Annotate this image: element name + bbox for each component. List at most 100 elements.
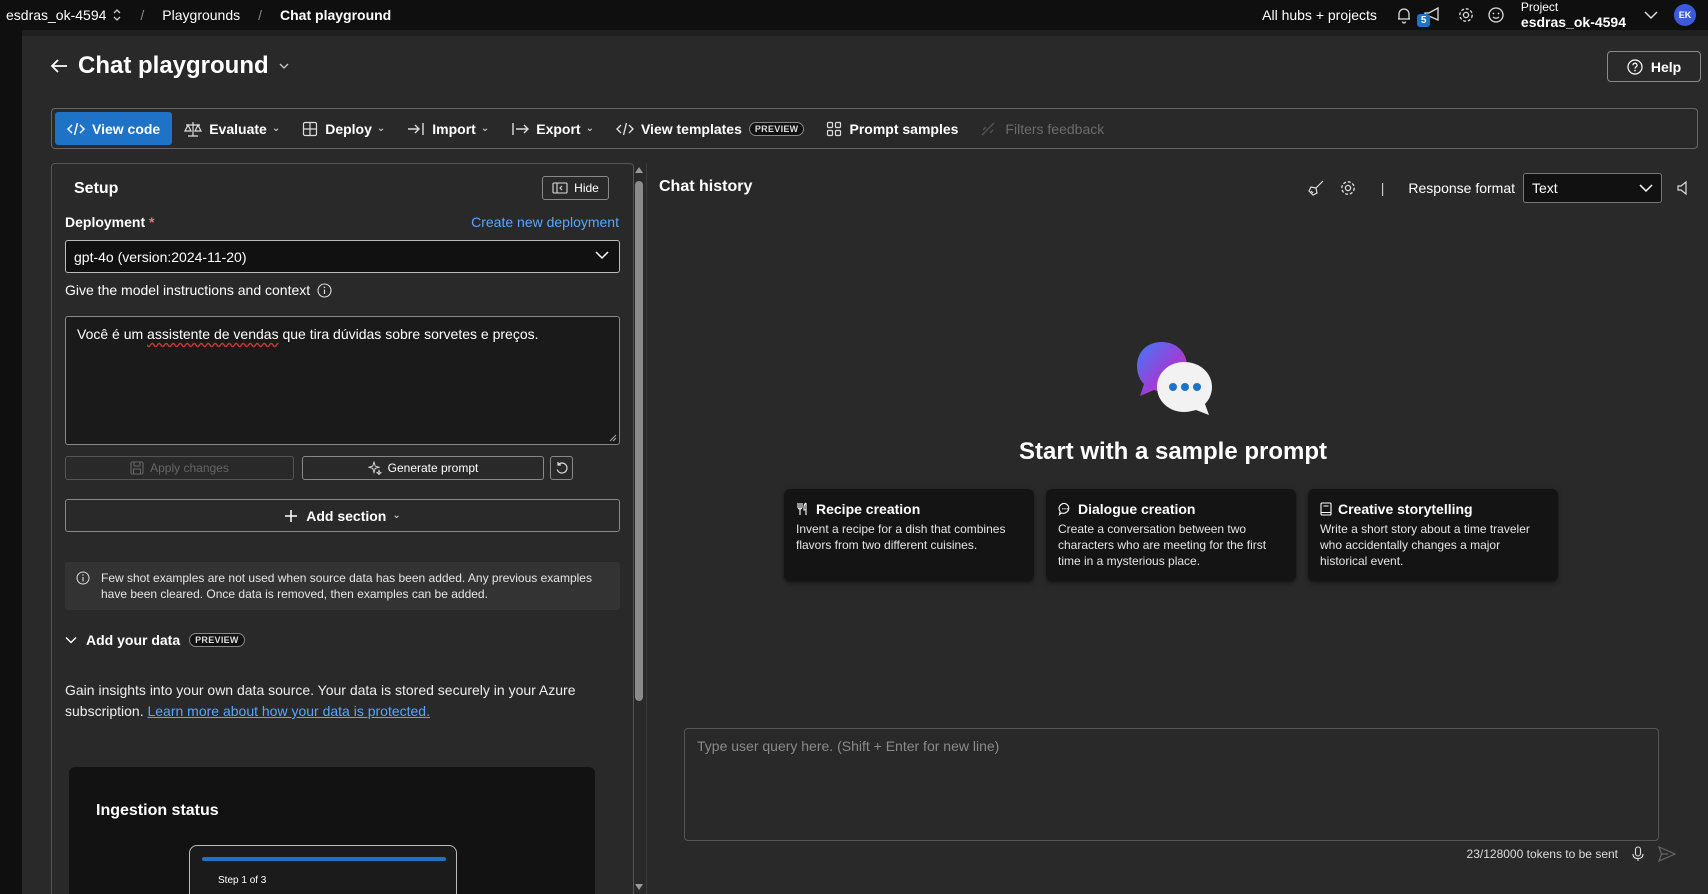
- top-bar: esdras_ok-4594 / Playgrounds / Chat play…: [0, 0, 1708, 30]
- add-your-data-label: Add your data: [86, 632, 181, 648]
- project-selector[interactable]: Project esdras_ok-4594: [1521, 0, 1626, 30]
- smiley-icon[interactable]: [1487, 6, 1505, 24]
- info-icon: [76, 571, 90, 585]
- card-title: Recipe creation: [816, 501, 921, 517]
- add-section-button[interactable]: Add section ⌄: [65, 499, 620, 532]
- chevron-down-icon[interactable]: [279, 62, 289, 70]
- panel-divider[interactable]: [646, 163, 647, 894]
- apply-changes-label: Apply changes: [150, 461, 229, 475]
- speaker-icon[interactable]: [1676, 180, 1692, 196]
- filters-feedback-label: Filters feedback: [1005, 120, 1105, 137]
- breadcrumb-separator: /: [258, 7, 263, 23]
- chevron-down-icon: ⌄: [376, 123, 386, 134]
- scroll-down-icon[interactable]: [635, 884, 643, 890]
- page-title: Chat playground: [78, 52, 269, 79]
- back-arrow-icon[interactable]: [50, 58, 68, 74]
- help-button[interactable]: Help: [1607, 51, 1701, 82]
- plus-icon: [284, 509, 298, 523]
- all-hubs-link[interactable]: All hubs + projects: [1262, 7, 1377, 23]
- deployment-select[interactable]: gpt-4o (version:2024-11-20): [65, 240, 620, 273]
- card-description: Invent a recipe for a dish that combines…: [796, 522, 1006, 552]
- notice-text: Few shot examples are not used when sour…: [101, 571, 592, 601]
- sample-prompt-cards: Recipe creation Invent a recipe for a di…: [784, 489, 1558, 581]
- import-label: Import: [432, 120, 476, 137]
- breadcrumb-separator: /: [140, 7, 145, 23]
- chat-panel: Chat history | Response format Text Star…: [648, 163, 1698, 894]
- info-icon[interactable]: [317, 282, 332, 298]
- clear-chat-icon[interactable]: [1307, 179, 1325, 197]
- instructions-text-post: que tira dúvidas sobre sorvetes e preços…: [278, 326, 539, 342]
- generate-prompt-label: Generate prompt: [387, 461, 479, 475]
- view-code-button[interactable]: View code: [55, 112, 173, 145]
- card-title: Creative storytelling: [1338, 501, 1473, 517]
- instructions-label: Give the model instructions and context: [65, 282, 311, 298]
- apply-changes-button[interactable]: Apply changes: [65, 456, 294, 480]
- resize-grip-icon[interactable]: [609, 434, 617, 442]
- project-switcher-label: esdras_ok-4594: [6, 7, 107, 23]
- send-icon[interactable]: [1658, 846, 1676, 862]
- chat-history-title: Chat history: [659, 178, 753, 195]
- sample-card-dialogue[interactable]: Dialogue creation Create a conversation …: [1046, 489, 1296, 581]
- announcements-icon[interactable]: 5: [1416, 6, 1443, 27]
- instructions-textarea[interactable]: Você é um assistente de vendas que tira …: [65, 316, 620, 445]
- bell-icon[interactable]: [1395, 6, 1413, 24]
- query-placeholder: Type user query here. (Shift + Enter for…: [697, 738, 1000, 754]
- card-title: Dialogue creation: [1078, 501, 1196, 517]
- import-button[interactable]: Import ⌄: [397, 112, 499, 145]
- setup-scrollbar[interactable]: [634, 163, 644, 894]
- prompt-samples-button[interactable]: Prompt samples: [816, 112, 968, 145]
- code-icon: [615, 122, 634, 136]
- prompt-samples-label: Prompt samples: [849, 120, 959, 137]
- view-templates-button[interactable]: View templates PREVIEW: [606, 112, 815, 145]
- setup-title: Setup: [74, 180, 119, 197]
- breadcrumb-playgrounds[interactable]: Playgrounds: [162, 7, 240, 23]
- scroll-up-icon[interactable]: [635, 167, 643, 173]
- scale-icon: [184, 121, 203, 137]
- chevron-down-icon[interactable]: [1644, 10, 1658, 20]
- project-name: esdras_ok-4594: [1520, 14, 1626, 30]
- filters-feedback-button[interactable]: Filters feedback: [970, 112, 1114, 145]
- microphone-icon[interactable]: [1632, 846, 1644, 862]
- few-shot-notice: Few shot examples are not used when sour…: [65, 562, 620, 610]
- evaluate-button[interactable]: Evaluate ⌄: [174, 112, 290, 145]
- chevron-down-icon: ⌄: [392, 510, 401, 521]
- cube-icon: [302, 121, 318, 137]
- view-templates-label: View templates: [640, 120, 742, 137]
- reset-button[interactable]: [550, 456, 573, 480]
- hide-button[interactable]: Hide: [542, 176, 609, 200]
- refresh-icon: [555, 461, 569, 475]
- save-icon: [130, 461, 144, 475]
- learn-more-link[interactable]: Learn more about how your data is protec…: [147, 703, 430, 719]
- create-deployment-link[interactable]: Create new deployment: [471, 214, 619, 230]
- toolbar: View code Evaluate ⌄ Deploy ⌄ Import ⌄ E…: [51, 108, 1698, 149]
- sample-card-storytelling[interactable]: Creative storytelling Write a short stor…: [1308, 489, 1558, 581]
- add-your-data-toggle[interactable]: Add your data PREVIEW: [65, 632, 245, 648]
- book-icon: [1320, 502, 1332, 516]
- setup-panel: Setup Hide Deployment * Create new deplo…: [51, 163, 634, 894]
- avatar[interactable]: EK: [1674, 4, 1696, 26]
- toolbar-divider: |: [1380, 180, 1385, 196]
- generate-prompt-button[interactable]: Generate prompt: [302, 456, 544, 480]
- sample-card-recipe[interactable]: Recipe creation Invent a recipe for a di…: [784, 489, 1034, 581]
- project-switcher[interactable]: esdras_ok-4594: [6, 7, 122, 23]
- step-label: Step 1 of 3: [218, 875, 267, 886]
- scrollbar-thumb[interactable]: [635, 181, 643, 701]
- settings-gear-icon[interactable]: [1339, 179, 1357, 197]
- chevron-down-icon: [1639, 183, 1653, 193]
- export-button[interactable]: Export ⌄: [501, 112, 604, 145]
- grid-icon: [826, 121, 842, 137]
- deployment-value: gpt-4o (version:2024-11-20): [74, 248, 247, 265]
- response-format-value: Text: [1532, 180, 1558, 196]
- page-header: Chat playground: [50, 52, 289, 80]
- sparkle-icon: [367, 461, 382, 475]
- panel-collapse-icon: [552, 182, 568, 194]
- chat-bubbles-icon: [1132, 338, 1218, 424]
- question-icon: [1627, 58, 1643, 75]
- chevron-down-icon: [595, 250, 609, 260]
- deploy-button[interactable]: Deploy ⌄: [292, 112, 395, 145]
- chevron-down-icon: ⌄: [585, 123, 594, 134]
- evaluate-label: Evaluate: [209, 120, 267, 137]
- user-query-input[interactable]: Type user query here. (Shift + Enter for…: [684, 728, 1659, 841]
- gear-icon[interactable]: [1457, 6, 1475, 24]
- response-format-select[interactable]: Text: [1523, 173, 1662, 203]
